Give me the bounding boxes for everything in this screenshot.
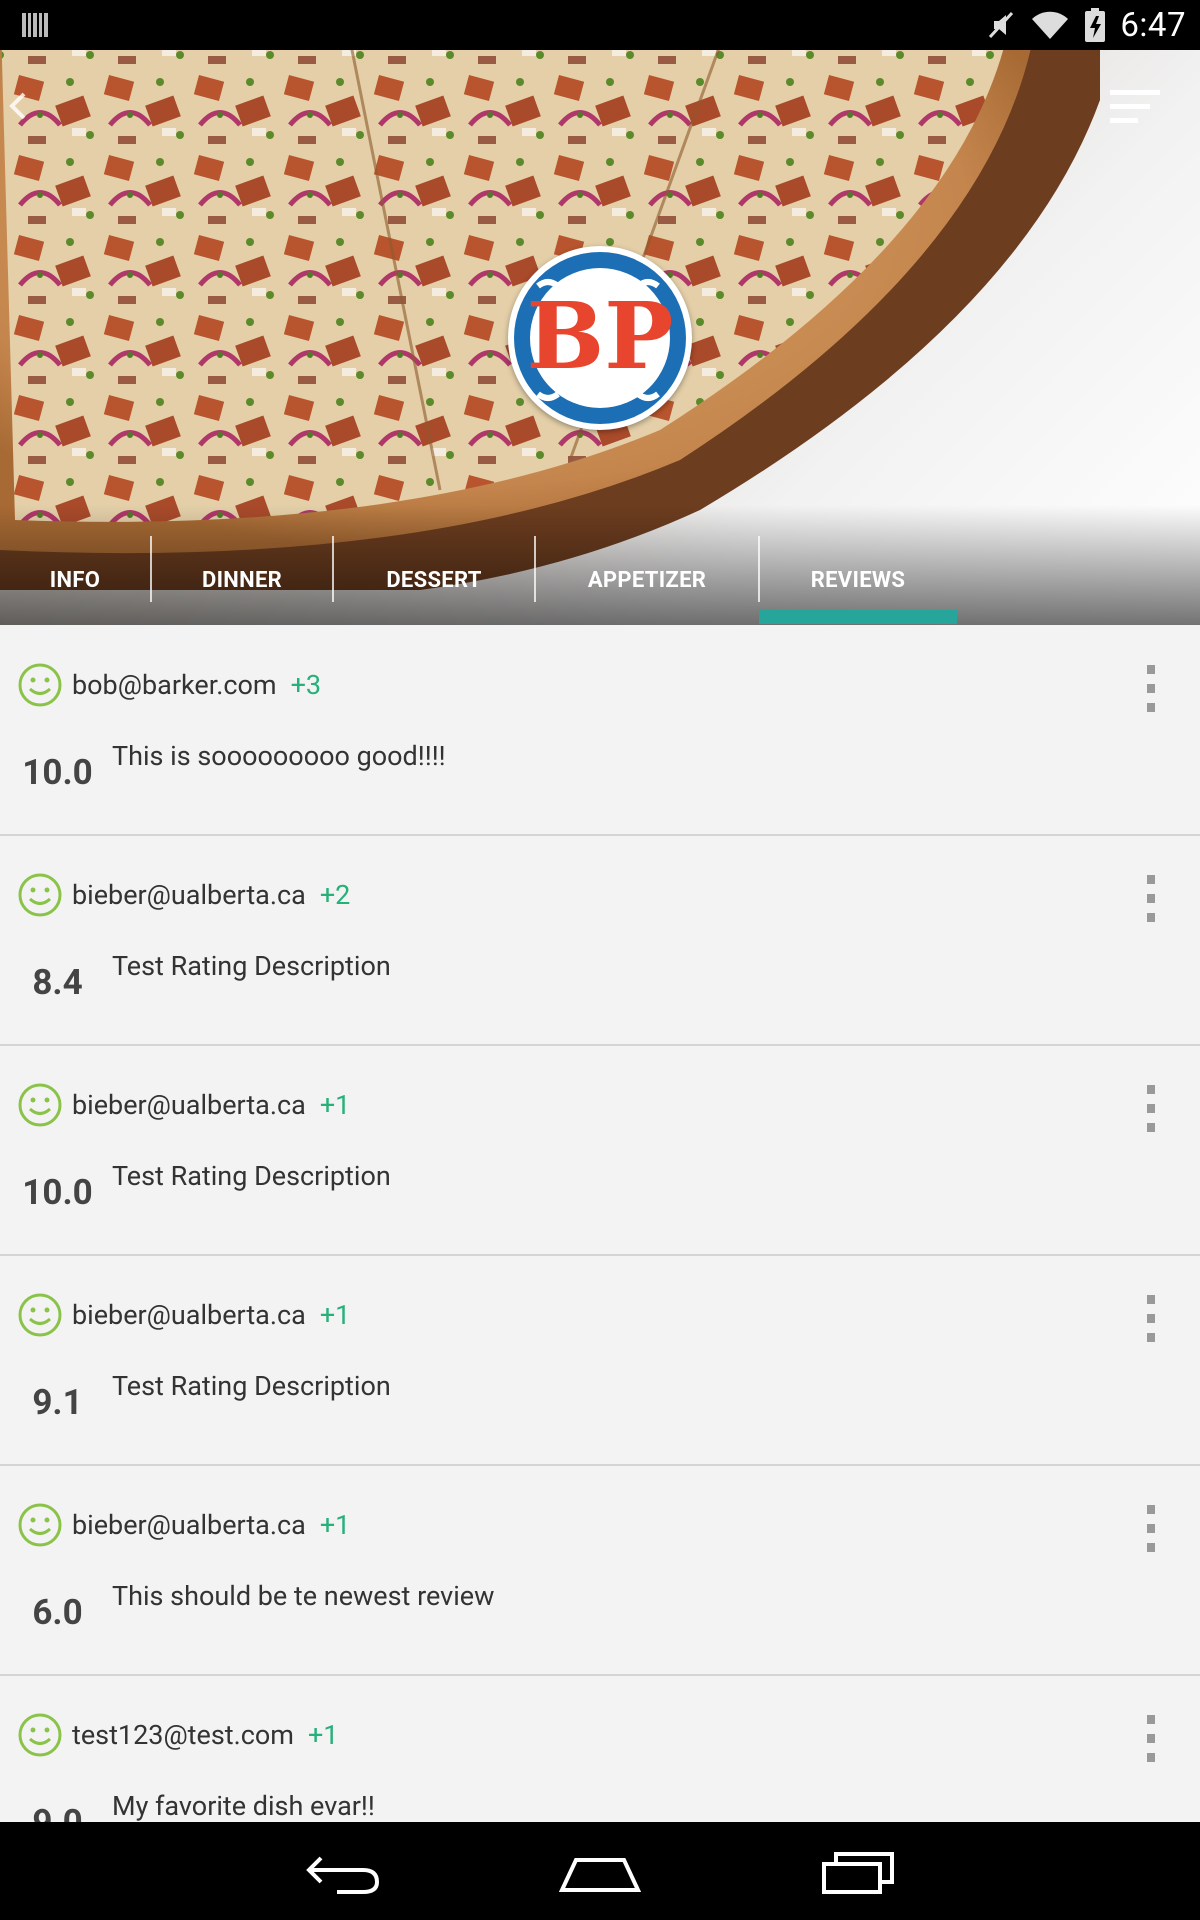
battery-charging-icon [1085, 8, 1106, 42]
wifi-icon [1032, 11, 1069, 39]
overflow-menu-icon[interactable] [1140, 871, 1162, 927]
chevron-left-icon[interactable] [6, 88, 30, 124]
review-score: 8.4 [32, 962, 83, 1003]
reviewer-email: bieber@ualberta.ca +1 [72, 1509, 351, 1541]
sort-menu-icon[interactable] [1108, 88, 1164, 130]
back-nav-icon[interactable] [293, 1840, 393, 1902]
tab-info[interactable]: INFO [10, 536, 140, 624]
smiley-icon [18, 1503, 62, 1547]
vote-count: +1 [319, 1299, 351, 1331]
review-score: 10.0 [22, 1172, 93, 1213]
logo-text: BP [527, 282, 674, 390]
reviewer-email: bieber@ualberta.ca +1 [72, 1089, 351, 1121]
review-item[interactable]: bob@barker.com +3 10.0 This is sooooooooo… [0, 625, 1200, 836]
review-item[interactable]: bieber@ualberta.ca +1 9.1 Test Rating Des… [0, 1255, 1200, 1466]
selected-tab-indicator [759, 610, 957, 624]
review-text: Test Rating Description [112, 950, 391, 982]
review-text: My favorite dish evar!! [112, 1790, 375, 1822]
reviewer-email: bob@barker.com +3 [72, 669, 322, 701]
system-navigation-bar [0, 1822, 1200, 1920]
overflow-menu-icon[interactable] [1140, 1711, 1162, 1767]
overflow-menu-icon[interactable] [1140, 1501, 1162, 1557]
overflow-menu-icon[interactable] [1140, 1291, 1162, 1347]
category-tabs: INFO DINNER DESSERT APPETIZER REVIEWS [0, 536, 1200, 624]
review-score: 9.1 [32, 1382, 83, 1423]
home-nav-icon[interactable] [550, 1840, 650, 1902]
review-item[interactable]: bieber@ualberta.ca +2 8.4 Test Rating Des… [0, 835, 1200, 1046]
smiley-icon [18, 663, 62, 707]
clock: 6:47 [1120, 5, 1186, 45]
vote-count: +3 [290, 669, 322, 701]
reviewer-email: bieber@ualberta.ca +2 [72, 879, 351, 911]
tab-appetizer[interactable]: APPETIZER [536, 536, 758, 624]
review-item[interactable]: bieber@ualberta.ca +1 6.0 This should be … [0, 1465, 1200, 1676]
review-text: Test Rating Description [112, 1370, 391, 1402]
smiley-icon [18, 1293, 62, 1337]
review-text: This is sooooooooo good!!!! [112, 740, 446, 772]
tab-dessert[interactable]: DESSERT [334, 536, 534, 624]
barcode-icon [22, 13, 48, 37]
vote-count: +1 [307, 1719, 339, 1751]
mute-icon [989, 11, 1014, 39]
review-text: Test Rating Description [112, 1160, 391, 1192]
review-score: 6.0 [32, 1592, 83, 1633]
vote-count: +2 [319, 879, 351, 911]
reviews-list[interactable]: bob@barker.com +3 10.0 This is sooooooooo… [0, 625, 1200, 1822]
smiley-icon [18, 1083, 62, 1127]
review-score: 10.0 [22, 752, 93, 793]
tab-dinner[interactable]: DINNER [152, 536, 332, 624]
vote-count: +1 [319, 1089, 351, 1121]
reviewer-email: bieber@ualberta.ca +1 [72, 1299, 351, 1331]
smiley-icon [18, 873, 62, 917]
smiley-icon [18, 1713, 62, 1757]
review-score: 9.0 [10, 1803, 105, 1823]
status-bar: 6:47 [0, 0, 1200, 50]
vote-count: +1 [319, 1509, 351, 1541]
review-item[interactable]: test123@test.com+1 9.0 My favorite dish … [0, 1675, 1200, 1822]
recents-nav-icon[interactable] [808, 1840, 908, 1902]
overflow-menu-icon[interactable] [1140, 661, 1162, 717]
restaurant-logo: BP [508, 246, 692, 430]
overflow-menu-icon[interactable] [1140, 1081, 1162, 1137]
review-item[interactable]: bieber@ualberta.ca +1 10.0 Test Rating De… [0, 1045, 1200, 1256]
review-text: This should be te newest review [112, 1580, 495, 1612]
reviewer-email: test123@test.com +1 [72, 1719, 339, 1751]
